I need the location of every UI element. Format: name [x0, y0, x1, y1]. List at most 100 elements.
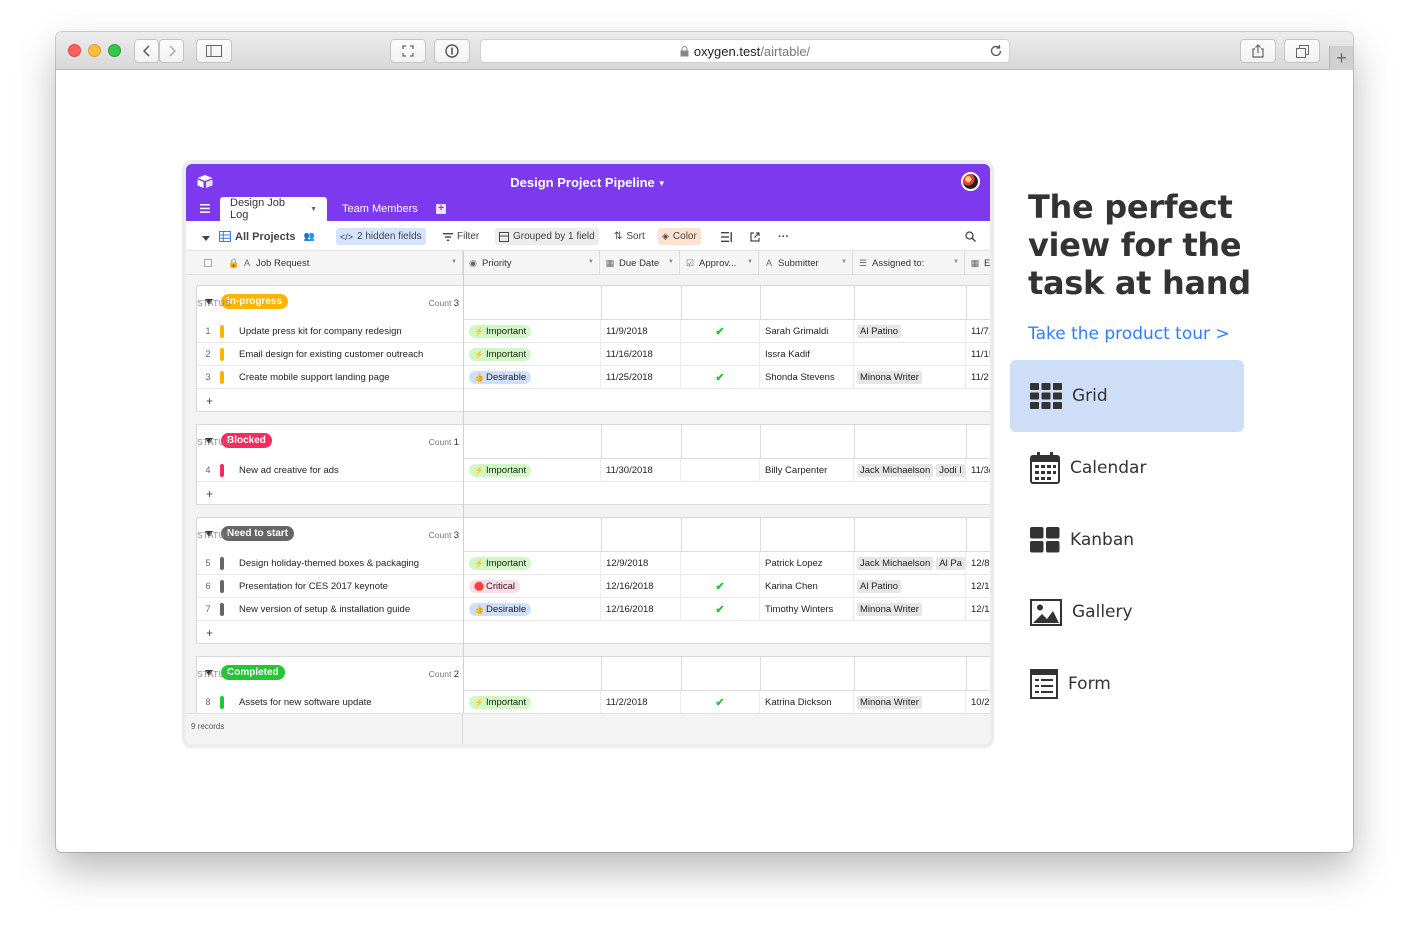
sidebar-toggle-button[interactable]: [196, 39, 232, 63]
approved-cell[interactable]: ✔: [681, 366, 760, 389]
hamburger-menu-icon[interactable]: [200, 204, 210, 213]
due-date-cell[interactable]: 12/16/2018: [601, 598, 681, 621]
add-table-button[interactable]: +: [436, 204, 446, 214]
table-row[interactable]: 5 Design holiday-themed boxes & packaging…: [197, 552, 990, 575]
job-request-cell[interactable]: New version of setup & installation guid…: [239, 604, 410, 615]
group-header[interactable]: Completed STATUS Count 2: [197, 657, 990, 691]
close-window-button[interactable]: [68, 44, 81, 57]
due-date-cell[interactable]: 11/25/2018: [601, 366, 681, 389]
job-request-cell[interactable]: Assets for new software update: [239, 697, 372, 708]
select-all-checkbox[interactable]: [204, 259, 212, 267]
job-request-cell[interactable]: Email design for existing customer outre…: [239, 349, 423, 360]
reload-icon[interactable]: [989, 44, 1003, 58]
product-tour-link[interactable]: Take the product tour >: [1028, 324, 1251, 344]
minimize-window-button[interactable]: [88, 44, 101, 57]
extra-date-cell[interactable]: 12/1:: [966, 598, 990, 621]
column-header-job-request[interactable]: 🔒 A Job Request ▼: [186, 251, 463, 275]
group-header[interactable]: In-progress STATUS Count 3: [197, 286, 990, 320]
tab-design-job-log[interactable]: Design Job Log ▼: [220, 197, 327, 221]
approved-cell[interactable]: ✔: [681, 691, 760, 713]
priority-cell[interactable]: 👍 Desirable: [464, 598, 601, 621]
search-button[interactable]: [961, 228, 980, 245]
column-header-extra[interactable]: ▦ E: [965, 251, 990, 275]
extra-date-cell[interactable]: 12/1:: [966, 575, 990, 598]
tab-team-members[interactable]: Team Members: [332, 197, 428, 221]
submitter-cell[interactable]: Sarah Grimaldi: [760, 320, 854, 343]
priority-cell[interactable]: ⚡ Important: [464, 459, 601, 482]
approved-cell[interactable]: [681, 459, 760, 482]
submitter-cell[interactable]: Shonda Stevens: [760, 366, 854, 389]
color-button[interactable]: ◈ Color: [658, 228, 701, 245]
column-header-approved[interactable]: ☑ Approv... ▼: [680, 251, 759, 275]
due-date-cell[interactable]: 12/9/2018: [601, 552, 681, 575]
approved-cell[interactable]: [681, 343, 760, 366]
table-row[interactable]: 7 New version of setup & installation gui…: [197, 598, 990, 621]
filter-button[interactable]: Filter: [439, 228, 483, 245]
job-request-cell[interactable]: New ad creative for ads: [239, 465, 339, 476]
view-option-kanban[interactable]: Kanban: [1010, 504, 1244, 576]
extra-date-cell[interactable]: 10/2: [966, 691, 990, 713]
add-row[interactable]: +: [197, 482, 990, 505]
view-option-gallery[interactable]: Gallery: [1010, 576, 1244, 648]
submitter-cell[interactable]: Issra Kadif: [760, 343, 854, 366]
priority-cell[interactable]: ⚡ Important: [464, 552, 601, 575]
job-request-cell[interactable]: Create mobile support landing page: [239, 372, 390, 383]
table-row[interactable]: 3 Create mobile support landing page 👍 Desi…: [197, 366, 990, 389]
column-header-assigned-to[interactable]: ☰ Assigned to: ▼: [853, 251, 965, 275]
extra-date-cell[interactable]: 11/3(: [966, 459, 990, 482]
tabs-overview-button[interactable]: [1284, 39, 1320, 63]
view-switcher[interactable]: All Projects 👥: [215, 228, 319, 245]
add-row-button[interactable]: +: [197, 389, 464, 412]
assigned-cell[interactable]: Minona Writer: [854, 691, 966, 713]
assigned-cell[interactable]: Minona Writer: [854, 366, 966, 389]
priority-cell[interactable]: ⚡ Important: [464, 320, 601, 343]
group-header[interactable]: Blocked STATUS Count 1: [197, 425, 990, 459]
submitter-cell[interactable]: Karina Chen: [760, 575, 854, 598]
table-row[interactable]: 1 Update press kit for company redesign ⚡ I…: [197, 320, 990, 343]
table-row[interactable]: 8 Assets for new software update ⚡ Importan…: [197, 691, 990, 713]
view-option-grid[interactable]: Grid: [1010, 360, 1244, 432]
add-row[interactable]: +: [197, 389, 990, 412]
group-header[interactable]: Need to start STATUS Count 3: [197, 518, 990, 552]
extra-date-cell[interactable]: 12/8: [966, 552, 990, 575]
due-date-cell[interactable]: 11/2/2018: [601, 691, 681, 713]
assigned-cell[interactable]: Al Patino: [854, 575, 966, 598]
priority-cell[interactable]: ⚡ Important: [464, 691, 601, 713]
collapse-view-icon[interactable]: [198, 230, 214, 247]
base-name-menu[interactable]: Design Project Pipeline ▼: [186, 175, 990, 190]
address-bar[interactable]: oxygen.test/airtable/: [480, 39, 1010, 63]
add-row-button[interactable]: +: [197, 482, 464, 505]
job-request-cell[interactable]: Presentation for CES 2017 keynote: [239, 581, 388, 592]
approved-cell[interactable]: ✔: [681, 320, 760, 343]
job-request-cell[interactable]: Update press kit for company redesign: [239, 326, 402, 337]
extra-date-cell[interactable]: 11/2: [966, 366, 990, 389]
assigned-cell[interactable]: Minona Writer: [854, 598, 966, 621]
add-row[interactable]: +: [197, 621, 990, 644]
table-row[interactable]: 4 New ad creative for ads ⚡ Important 11/30/…: [197, 459, 990, 482]
group-button[interactable]: Grouped by 1 field: [495, 228, 599, 245]
column-header-submitter[interactable]: A Submitter ▼: [759, 251, 853, 275]
add-row-button[interactable]: +: [197, 621, 464, 644]
zoom-window-button[interactable]: [108, 44, 121, 57]
column-header-priority[interactable]: ◉ Priority ▼: [463, 251, 600, 275]
back-button[interactable]: [134, 39, 159, 63]
fullscreen-button[interactable]: [390, 39, 426, 63]
sort-button[interactable]: ⇅ Sort: [610, 228, 649, 245]
assigned-cell[interactable]: Al Patino: [854, 320, 966, 343]
hidden-fields-button[interactable]: </> 2 hidden fields: [336, 228, 426, 245]
approved-cell[interactable]: ✔: [681, 575, 760, 598]
share-view-button[interactable]: [746, 228, 764, 245]
assigned-cell[interactable]: Jack Michaelson Jodi I: [854, 459, 966, 482]
approved-cell[interactable]: ✔: [681, 598, 760, 621]
job-request-cell[interactable]: Design holiday-themed boxes & packaging: [239, 558, 419, 569]
extra-date-cell[interactable]: 11/1!: [966, 343, 990, 366]
submitter-cell[interactable]: Katrina Dickson: [760, 691, 854, 713]
new-tab-button[interactable]: +: [1329, 46, 1353, 70]
view-option-form[interactable]: Form: [1010, 648, 1244, 720]
submitter-cell[interactable]: Patrick Lopez: [760, 552, 854, 575]
table-row[interactable]: 2 Email design for existing customer outr…: [197, 343, 990, 366]
row-height-button[interactable]: [717, 228, 736, 245]
user-avatar[interactable]: [961, 172, 980, 191]
due-date-cell[interactable]: 11/16/2018: [601, 343, 681, 366]
priority-cell[interactable]: 🛑 Critical: [464, 575, 601, 598]
